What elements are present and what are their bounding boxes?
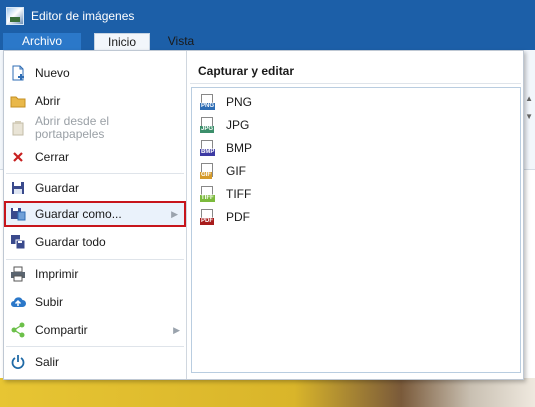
menu-item-label: Salir <box>35 355 60 369</box>
printer-icon <box>10 266 26 282</box>
menu-item-salir[interactable]: Salir <box>4 349 186 375</box>
close-icon <box>10 149 26 165</box>
format-item-tiff[interactable]: TIFF TIFF <box>200 186 251 202</box>
tab-vista[interactable]: Vista <box>160 33 202 50</box>
menu-item-label: Guardar <box>35 181 80 195</box>
format-item-gif[interactable]: GIF GIF <box>200 163 246 179</box>
clipboard-icon <box>10 120 26 136</box>
image-preview <box>0 378 535 407</box>
ribbon-tab-bar: Archivo Inicio Vista <box>0 32 535 50</box>
menu-item-label: Imprimir <box>35 267 79 281</box>
menu-item-label: Abrir <box>35 94 61 108</box>
folder-icon <box>10 93 26 109</box>
menu-item-label: Nuevo <box>35 66 70 80</box>
format-item-jpg[interactable]: JPG JPG <box>200 117 249 133</box>
format-label: PDF <box>226 210 250 224</box>
format-item-pdf[interactable]: PDF PDF <box>200 209 250 225</box>
format-list: PNG PNG JPG JPG BMP BMP GIF GIF TIFF TIF… <box>191 87 521 373</box>
submenu-divider <box>190 83 521 84</box>
menu-item-compartir[interactable]: Compartir ▶ <box>4 317 186 343</box>
png-file-icon: PNG <box>200 94 216 110</box>
app-icon <box>6 7 24 25</box>
menu-item-label: Guardar como... <box>35 207 122 221</box>
save-as-icon <box>10 206 26 222</box>
menu-item-guardar-todo[interactable]: Guardar todo <box>4 229 186 255</box>
format-label: PNG <box>226 95 253 109</box>
menu-separator <box>6 259 184 260</box>
ribbon-scroll-down-icon[interactable]: ▼ <box>525 112 533 121</box>
menu-item-cerrar[interactable]: Cerrar <box>4 145 186 169</box>
menu-item-label: Compartir <box>35 323 88 337</box>
submenu-arrow-icon: ▶ <box>171 208 178 219</box>
menu-item-guardar[interactable]: Guardar <box>4 175 186 201</box>
save-icon <box>10 180 26 196</box>
submenu-arrow-icon: ▶ <box>173 324 180 335</box>
menu-item-abrir[interactable]: Abrir <box>4 89 186 113</box>
new-file-icon <box>10 65 26 81</box>
menu-item-abrir-portapapeles[interactable]: Abrir desde el portapapeles <box>4 113 186 143</box>
pdf-file-icon: PDF <box>200 209 216 225</box>
share-icon <box>10 322 26 338</box>
save-all-icon <box>10 234 26 250</box>
format-label: BMP <box>226 141 253 155</box>
title-bar: Editor de imágenes <box>0 0 535 32</box>
upload-cloud-icon <box>10 294 26 310</box>
menu-item-label: Guardar todo <box>35 235 106 249</box>
save-as-submenu: Capturar y editar PNG PNG JPG JPG BMP BM… <box>188 51 523 379</box>
file-menu-commands: Nuevo Abrir Abrir desde el portapapeles … <box>4 51 187 379</box>
menu-item-imprimir[interactable]: Imprimir <box>4 261 186 287</box>
menu-item-label: Abrir desde el portapapeles <box>35 114 110 141</box>
format-label: JPG <box>226 118 250 132</box>
file-menu: Nuevo Abrir Abrir desde el portapapeles … <box>3 50 524 380</box>
format-item-bmp[interactable]: BMP BMP <box>200 140 252 156</box>
menu-item-label: Cerrar <box>35 150 70 164</box>
window-title: Editor de imágenes <box>31 9 135 23</box>
menu-item-subir[interactable]: Subir <box>4 289 186 315</box>
format-item-png[interactable]: PNG PNG <box>200 94 252 110</box>
menu-separator <box>6 346 184 347</box>
bmp-file-icon: BMP <box>200 140 216 156</box>
ribbon-scroll-up-icon[interactable]: ▲ <box>525 94 533 103</box>
tiff-file-icon: TIFF <box>200 186 216 202</box>
power-icon <box>10 354 26 370</box>
menu-item-guardar-como[interactable]: Guardar como... ▶ <box>4 201 186 227</box>
menu-item-label: Subir <box>35 295 64 309</box>
format-label: TIFF <box>226 187 252 201</box>
format-label: GIF <box>226 164 246 178</box>
tab-inicio[interactable]: Inicio <box>94 33 150 50</box>
menu-separator <box>6 173 184 174</box>
tab-archivo[interactable]: Archivo <box>3 33 81 50</box>
submenu-title: Capturar y editar <box>198 64 295 78</box>
gif-file-icon: GIF <box>200 163 216 179</box>
jpg-file-icon: JPG <box>200 117 216 133</box>
menu-item-nuevo[interactable]: Nuevo <box>4 61 186 85</box>
